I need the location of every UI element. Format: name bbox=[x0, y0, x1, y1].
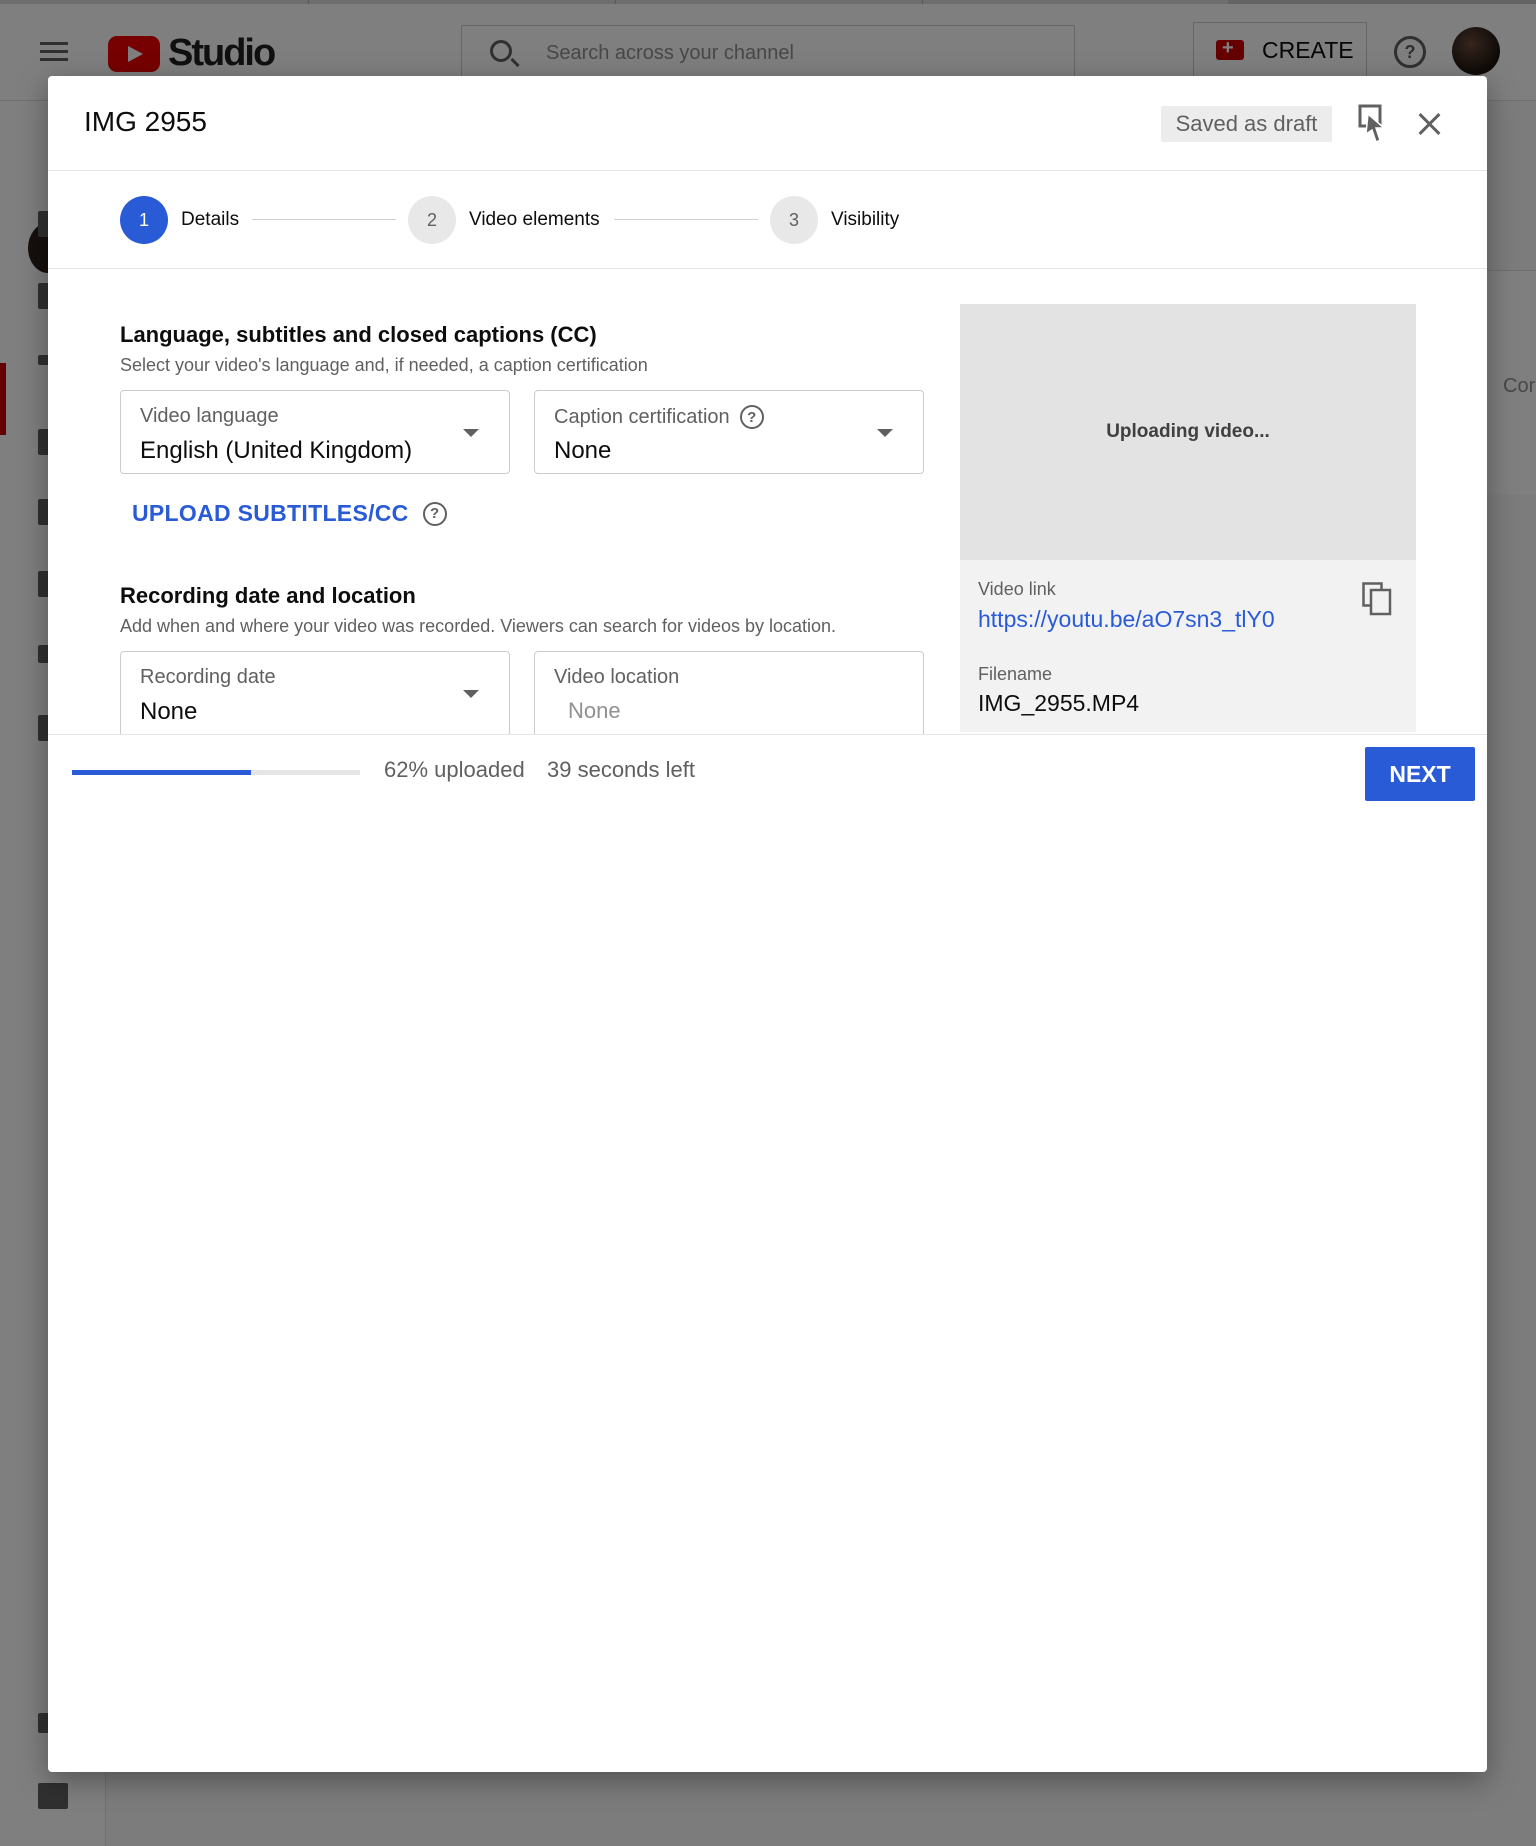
chevron-down-icon bbox=[463, 690, 479, 698]
step-number: 2 bbox=[408, 196, 456, 244]
language-section-description: Select your video's language and, if nee… bbox=[120, 355, 648, 375]
caption-certification-select[interactable]: Caption certification ? None bbox=[534, 390, 924, 474]
help-icon[interactable]: ? bbox=[422, 501, 447, 526]
filename-value: IMG_2955.MP4 bbox=[978, 690, 1140, 716]
field-label: Video location bbox=[554, 666, 680, 688]
step-connector bbox=[252, 219, 396, 220]
step-number: 3 bbox=[770, 196, 818, 244]
upload-progress-bar bbox=[72, 770, 360, 775]
field-value: None bbox=[140, 698, 198, 725]
step-label: Details bbox=[181, 209, 240, 230]
step-visibility[interactable]: 3 Visibility bbox=[770, 196, 899, 244]
recording-section-description: Add when and where your video was record… bbox=[120, 616, 837, 636]
video-link[interactable]: https://youtu.be/aO7sn3_tlY0 bbox=[978, 606, 1275, 633]
field-value: English (United Kingdom) bbox=[140, 437, 413, 464]
stepper-divider bbox=[48, 268, 1487, 269]
field-label: Recording date bbox=[140, 666, 276, 688]
upload-time-left: 39 seconds left bbox=[547, 757, 695, 782]
upload-dialog: IMG 2955 Saved as draft 1 Details 2 Vide… bbox=[48, 76, 1487, 1772]
chevron-down-icon bbox=[877, 429, 893, 437]
step-number: 1 bbox=[120, 196, 168, 244]
video-location-input[interactable]: Video location None bbox=[534, 651, 924, 737]
upload-progress-fill bbox=[72, 770, 251, 775]
video-language-select[interactable]: Video language English (United Kingdom) bbox=[120, 390, 510, 474]
step-label: Video elements bbox=[469, 209, 600, 230]
field-label-row: Caption certification ? bbox=[554, 405, 764, 429]
video-link-label: Video link bbox=[978, 579, 1056, 599]
upload-subtitles-button[interactable]: UPLOAD SUBTITLES/CC bbox=[132, 500, 409, 527]
help-icon[interactable]: ? bbox=[739, 405, 764, 429]
field-label: Video language bbox=[140, 405, 279, 427]
upload-progress-text: 62% uploaded bbox=[384, 757, 525, 782]
field-placeholder: None bbox=[568, 698, 621, 723]
dialog-footer: 62% uploaded 39 seconds left NEXT bbox=[48, 734, 1487, 810]
field-label: Caption certification bbox=[554, 405, 730, 428]
copy-icon[interactable] bbox=[1362, 582, 1392, 616]
language-section-title: Language, subtitles and closed captions … bbox=[120, 322, 597, 347]
recording-section-title: Recording date and location bbox=[120, 583, 416, 608]
chevron-down-icon bbox=[463, 429, 479, 437]
step-details[interactable]: 1 Details bbox=[120, 196, 239, 244]
recording-date-select[interactable]: Recording date None bbox=[120, 651, 510, 737]
upload-subtitles-row: UPLOAD SUBTITLES/CC ? bbox=[132, 500, 447, 527]
video-preview: Uploading video... bbox=[960, 304, 1416, 560]
step-label: Visibility bbox=[831, 209, 900, 230]
step-connector bbox=[614, 219, 758, 220]
next-button[interactable]: NEXT bbox=[1365, 747, 1475, 801]
field-value: None bbox=[554, 437, 612, 464]
video-preview-card: Uploading video... Video link https://yo… bbox=[960, 304, 1416, 732]
step-video-elements[interactable]: 2 Video elements bbox=[408, 196, 600, 244]
filename-label: Filename bbox=[978, 664, 1053, 684]
